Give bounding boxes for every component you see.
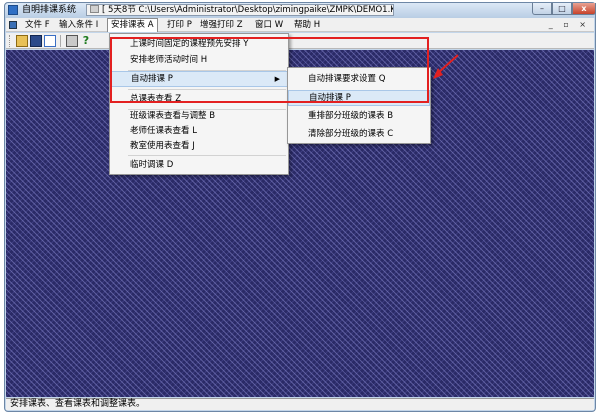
printer-icon[interactable] <box>66 35 78 47</box>
menu-input-conditions[interactable]: 输入条件 I <box>56 18 101 32</box>
menu-enhanced-print[interactable]: 增强打印 Z <box>197 18 246 32</box>
document-title: [ 5天8节 C:\Users\Administrator\Desktop\zi… <box>86 4 394 16</box>
status-bar: 安排课表、查看课表和调整课表。 <box>6 398 594 410</box>
help-icon[interactable]: ? <box>80 35 92 47</box>
close-button[interactable]: x <box>572 3 596 15</box>
toolbar-grip[interactable] <box>9 35 12 47</box>
menu-item-temporary-adjust[interactable]: 临时调课 D <box>110 157 288 173</box>
status-text: 安排课表、查看课表和调整课表。 <box>10 399 146 409</box>
open-folder-icon[interactable] <box>16 35 28 47</box>
menu-item-reschedule-classes[interactable]: 重排部分班级的课表 B <box>288 108 430 124</box>
annotation-box <box>110 37 429 103</box>
document-path: [ 5天8节 C:\Users\Administrator\Desktop\zi… <box>102 5 394 15</box>
menu-item-class-schedule-adjust[interactable]: 班级课表查看与调整 B <box>110 108 288 124</box>
menu-window[interactable]: 窗口 W <box>252 18 286 32</box>
menu-print[interactable]: 打印 P <box>164 18 195 32</box>
menu-item-teacher-schedule-view[interactable]: 老师任课表查看 L <box>110 123 288 139</box>
new-document-icon[interactable] <box>44 35 56 47</box>
document-icon <box>90 5 99 13</box>
save-icon[interactable] <box>30 35 42 47</box>
menu-bar: 文件 F 输入条件 I 安排课表 A 打印 P 增强打印 Z 窗口 W 帮助 H… <box>6 18 594 32</box>
maximize-button[interactable]: □ <box>552 3 572 15</box>
menu-item-clear-class-schedules[interactable]: 清除部分班级的课表 C <box>288 126 430 142</box>
menu-help[interactable]: 帮助 H <box>291 18 323 32</box>
title-bar[interactable]: 自明排课系统 [ 5天8节 C:\Users\Administrator\Des… <box>5 3 596 18</box>
app-title: 自明排课系统 <box>22 5 77 15</box>
menu-file[interactable]: 文件 F <box>22 18 53 32</box>
mdi-document-icon[interactable] <box>9 21 17 29</box>
menu-arrange-schedule[interactable]: 安排课表 A <box>107 18 158 32</box>
minimize-button[interactable]: – <box>532 3 552 15</box>
menu-separator <box>128 155 286 156</box>
menu-item-classroom-usage-view[interactable]: 教室使用表查看 J <box>110 138 288 154</box>
app-icon <box>8 5 18 15</box>
mdi-window-controls[interactable]: _ ▫ × <box>549 20 590 29</box>
toolbar-separator <box>60 35 61 47</box>
